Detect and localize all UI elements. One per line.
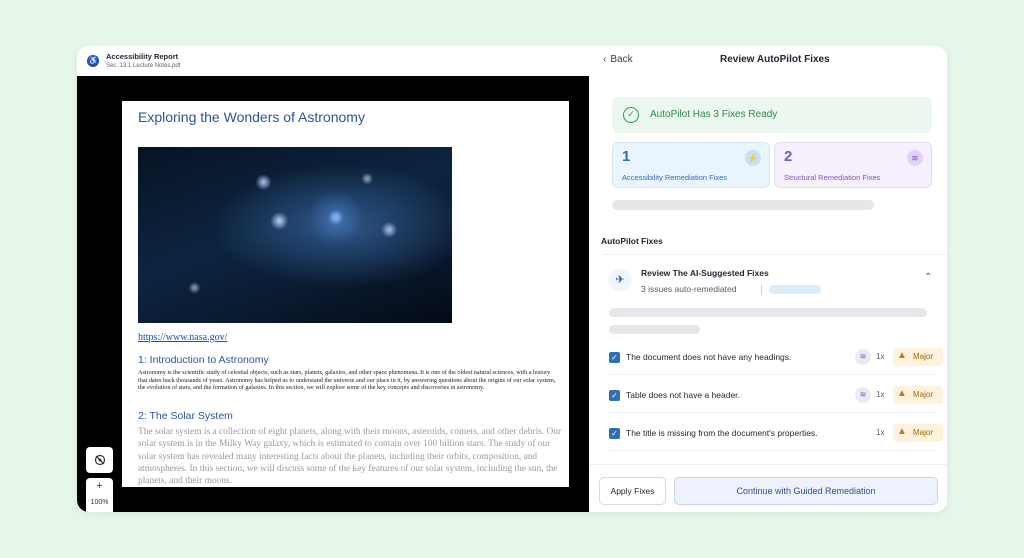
warning-icon: ▲ [897,388,907,399]
group-title: Review The AI-Suggested Fixes [641,268,769,278]
eye-off-icon [94,454,105,466]
card-label: Structural Remediation Fixes [784,173,881,182]
severity-badge: ▲ Major [893,348,943,366]
loading-placeholder [769,285,821,294]
ready-banner: ✓ AutoPilot Has 3 Fixes Ready [612,97,932,133]
report-title: Accessibility Report [106,52,179,61]
layers-icon: ≋ [907,150,923,166]
back-button[interactable]: ‹ Back [603,54,633,65]
issue-text: The document does not have any headings. [626,352,792,362]
structural-fixes-card[interactable]: 2 Structural Remediation Fixes ≋ [774,142,932,188]
zoom-in-button[interactable]: + [86,480,113,492]
group-subtitle: 3 issues auto-remediated [641,284,737,294]
ready-message: AutoPilot Has 3 Fixes Ready [650,109,778,120]
section-body: Astronomy is the scientific study of cel… [138,369,556,392]
guided-remediation-button[interactable]: Continue with Guided Remediation [674,477,938,505]
zoom-controls: + 100% − [86,478,113,512]
issue-count: 1x [876,390,885,399]
issue-count: 1x [876,428,885,437]
document-pane: ♿ Accessibility Report Sec. 13.1 Lecture… [77,46,589,512]
lightning-icon: ⚡ [745,150,761,166]
file-name: Sec. 13.1 Lecture Notes.pdf [106,63,181,69]
warning-icon: ▲ [897,350,907,361]
issue-text: The title is missing from the document's… [626,428,818,438]
severity-badge: ▲ Major [893,386,943,404]
fix-count: 2 [784,148,793,165]
accessibility-logo-icon: ♿ [87,55,99,67]
severity-label: Major [913,352,934,361]
galaxy-image [138,147,452,323]
app-window: ♿ Accessibility Report Sec. 13.1 Lecture… [77,46,947,512]
issue-row[interactable]: ✓ The document does not have any heading… [609,341,943,375]
document-page: Exploring the Wonders of Astronomy https… [122,101,569,487]
chevron-left-icon: ‹ [603,54,607,65]
section-body: The solar system is a collection of eigh… [138,427,562,487]
severity-label: Major [913,428,934,437]
document-title: Exploring the Wonders of Astronomy [138,109,365,125]
back-label: Back [610,54,633,65]
nasa-link[interactable]: https://www.nasa.gov/ [138,332,227,343]
panel-footer: Apply Fixes Continue with Guided Remedia… [589,464,947,512]
warning-icon: ▲ [897,426,907,437]
loading-placeholder [609,308,927,317]
checkbox[interactable]: ✓ [609,352,620,363]
section-label: AutoPilot Fixes [601,236,663,246]
issue-count: 1x [876,352,885,361]
layers-icon: ≋ [855,349,871,365]
pdf-viewer[interactable]: Exploring the Wonders of Astronomy https… [77,76,589,512]
plane-icon: ✈ [609,269,631,291]
panel-title: Review AutoPilot Fixes [720,54,830,65]
fix-count: 1 [622,148,631,165]
accessibility-toggle-button[interactable] [86,447,113,473]
loading-placeholder [609,325,700,334]
fixes-panel: ‹ Back Review AutoPilot Fixes ✓ AutoPilo… [589,46,947,512]
accessibility-fixes-card[interactable]: 1 Accessibility Remediation Fixes ⚡ [612,142,770,188]
layers-icon: ≋ [855,387,871,403]
checkbox[interactable]: ✓ [609,390,620,401]
chevron-up-icon[interactable]: ⌃ [924,272,932,283]
report-header: ♿ Accessibility Report Sec. 13.1 Lecture… [77,46,589,76]
loading-placeholder [612,200,874,210]
severity-label: Major [913,390,934,399]
section-heading: 1: Introduction to Astronomy [138,354,269,366]
divider [761,285,762,295]
apply-fixes-button[interactable]: Apply Fixes [599,477,666,505]
check-circle-icon: ✓ [623,107,639,123]
card-label: Accessibility Remediation Fixes [622,173,728,182]
issue-row[interactable]: ✓ The title is missing from the document… [609,417,943,451]
zoom-level: 100% [90,499,109,506]
issue-row[interactable]: ✓ Table does not have a header. ≋ 1x ▲ M… [609,379,943,413]
severity-badge: ▲ Major [893,424,943,442]
issue-text: Table does not have a header. [626,390,740,400]
section-heading: 2: The Solar System [138,410,233,422]
checkbox[interactable]: ✓ [609,428,620,439]
